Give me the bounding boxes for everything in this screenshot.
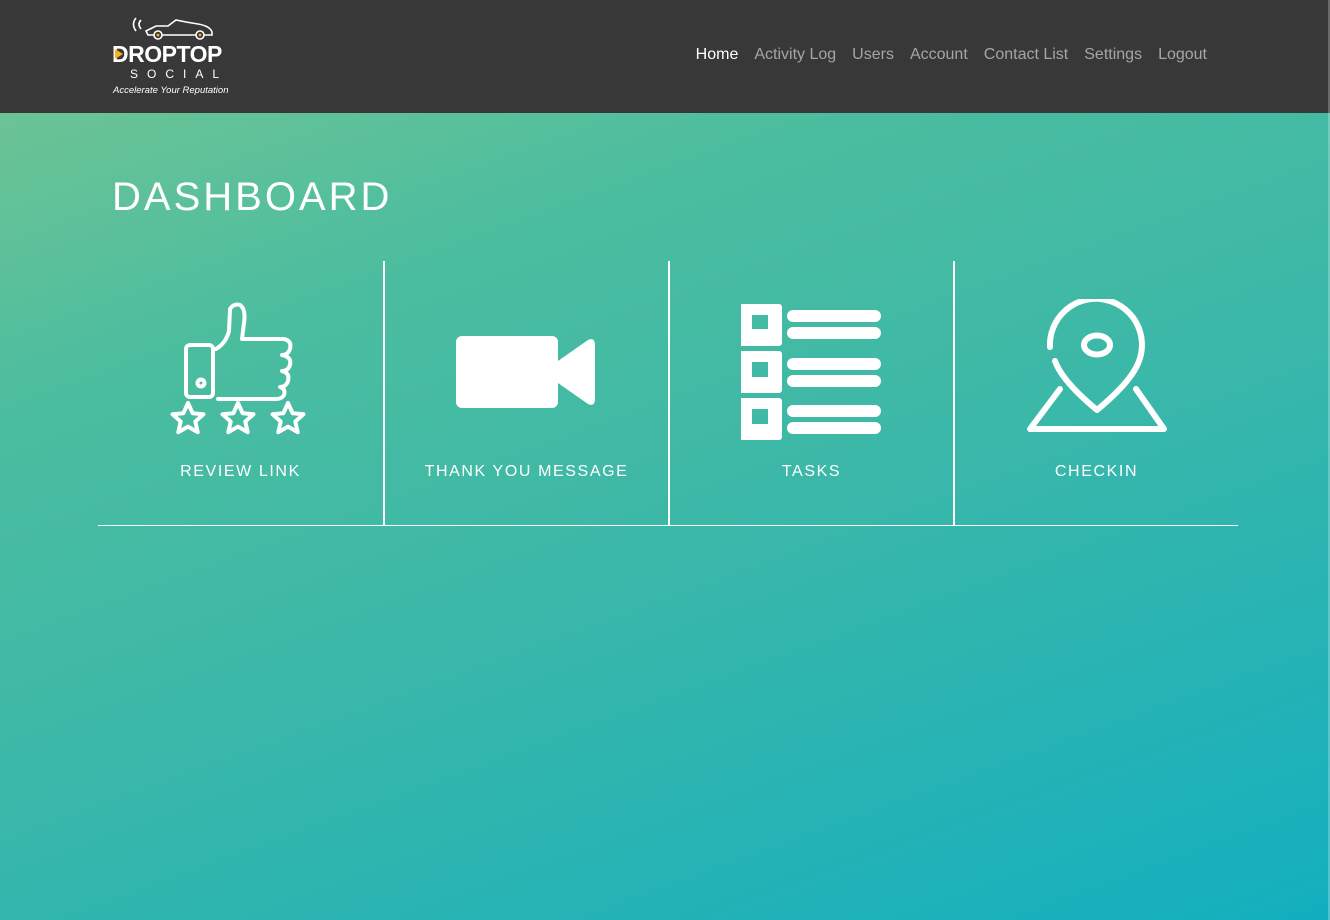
brand-sub: SOCIAL (130, 67, 229, 81)
tile-tasks[interactable]: TASKS (668, 261, 953, 525)
nav-contact-list[interactable]: Contact List (976, 44, 1076, 66)
nav-home[interactable]: Home (688, 44, 747, 66)
play-icon (115, 49, 123, 59)
checklist-icon (740, 304, 881, 440)
brand-tagline: Accelerate Your Reputation (113, 85, 229, 96)
nav-logout[interactable]: Logout (1150, 44, 1215, 66)
main-nav: Home Activity Log Users Account Contact … (688, 44, 1215, 66)
tile-label: TASKS (781, 463, 842, 480)
nav-settings[interactable]: Settings (1076, 44, 1150, 66)
tile-thank-you-message[interactable]: THANK YOU MESSAGE (383, 261, 668, 525)
nav-account[interactable]: Account (902, 44, 976, 66)
tile-label: THANK YOU MESSAGE (424, 463, 629, 480)
thumbs-up-stars-icon (170, 302, 305, 435)
tile-label: CHECKIN (1054, 463, 1139, 480)
nav-activity-log[interactable]: Activity Log (746, 44, 844, 66)
tile-review-link[interactable]: REVIEW LINK (98, 261, 383, 525)
page-title: DASHBOARD (112, 175, 393, 219)
tile-checkin[interactable]: CHECKIN (953, 261, 1238, 525)
nav-users[interactable]: Users (844, 44, 902, 66)
top-navbar: DROPTOP SOCIAL Accelerate Your Reputatio… (0, 0, 1330, 113)
dashboard-tiles: REVIEW LINK THANK YOU MESSAGE TASKS CHEC… (98, 261, 1238, 526)
brand-logo[interactable]: DROPTOP SOCIAL Accelerate Your Reputatio… (112, 14, 242, 100)
car-logo-icon (132, 17, 213, 40)
map-pin-icon (1026, 299, 1167, 432)
tile-label: REVIEW LINK (180, 463, 301, 480)
video-camera-icon (455, 336, 595, 408)
brand-name: DROPTOP (112, 41, 222, 67)
